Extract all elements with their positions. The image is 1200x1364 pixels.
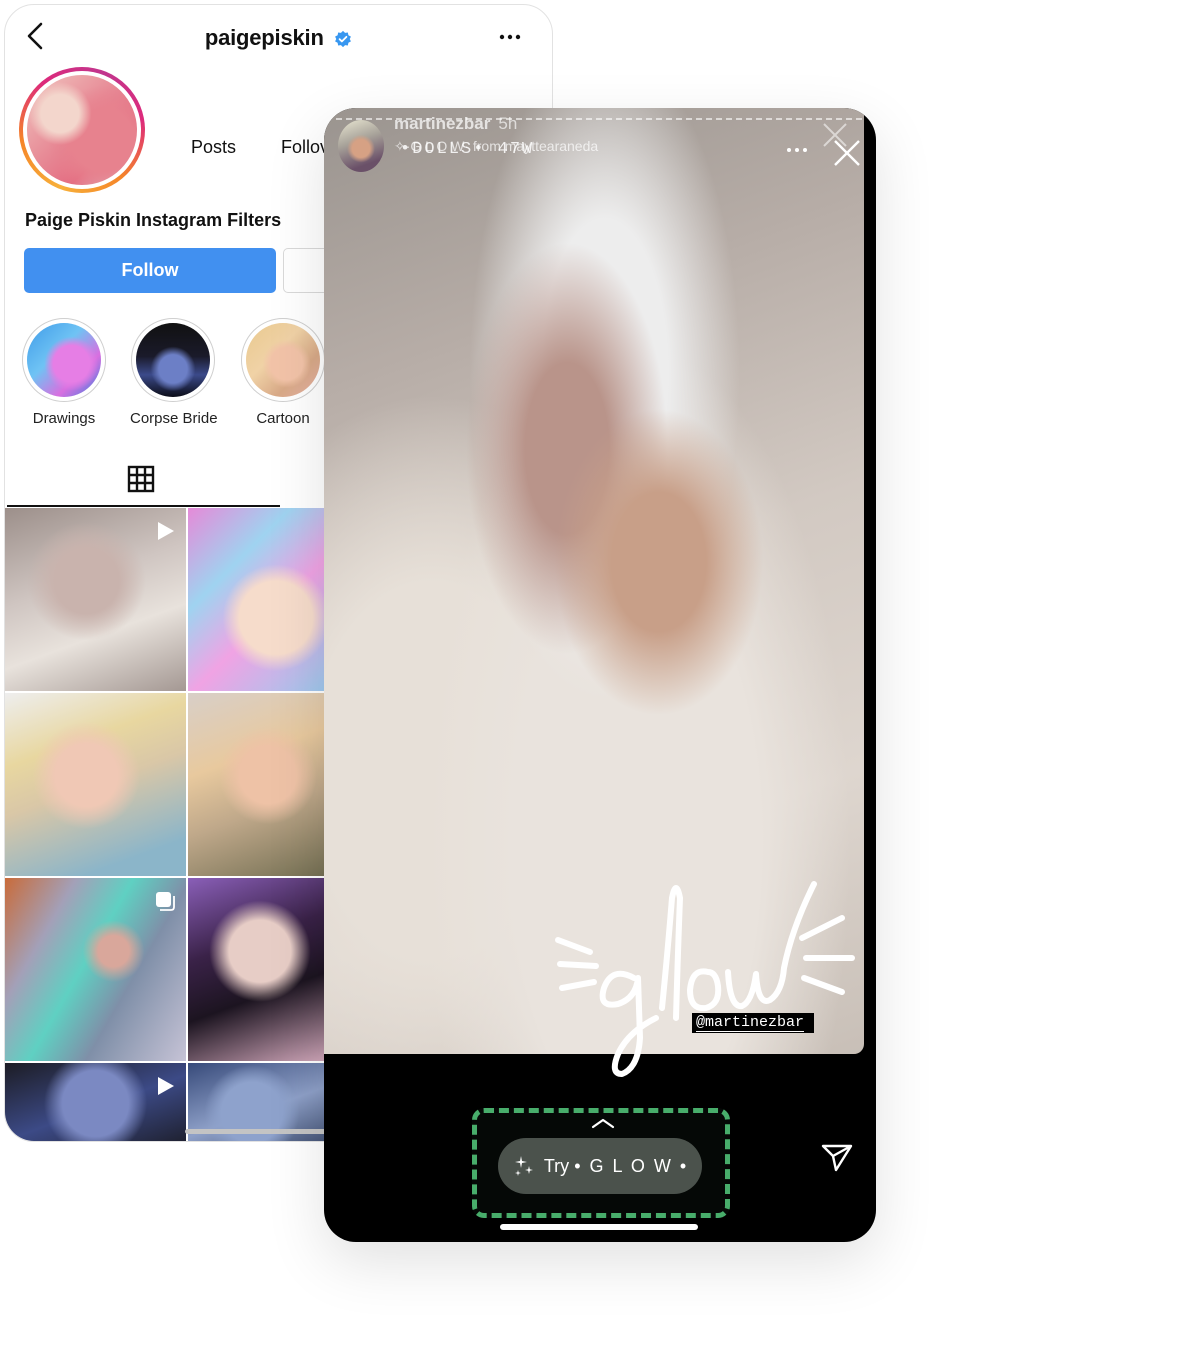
- avatar-border: [23, 71, 141, 189]
- effect-name: • G L O W •: [574, 1155, 689, 1176]
- highlight-cover: [27, 323, 101, 397]
- carousel-icon: [156, 892, 175, 911]
- story-more-icon[interactable]: [786, 144, 808, 156]
- highlight-drawings[interactable]: Drawings: [21, 318, 107, 427]
- story-timestamp: 5h: [498, 114, 518, 133]
- avatar-image: [27, 75, 137, 185]
- profile-title: paigepiskin: [5, 25, 552, 51]
- mention-text: @martinezbar: [696, 1014, 805, 1032]
- story-viewer: martinezbar 5h ✧·G L O W· from mayttearan…: [324, 108, 876, 1242]
- play-icon: [158, 1077, 174, 1095]
- story-author[interactable]: martinezbar 5h: [394, 114, 517, 134]
- profile-avatar[interactable]: [19, 67, 145, 193]
- sparkles-icon: [514, 1156, 533, 1176]
- try-effect-button[interactable]: Try • G L O W •: [498, 1138, 702, 1194]
- highlight-label: Cartoon: [256, 410, 310, 427]
- profile-username: paigepiskin: [204, 25, 324, 50]
- bio-name: Paige Piskin Instagram Filters: [25, 210, 282, 230]
- post-thumbnail[interactable]: [5, 508, 186, 691]
- story-username: martinezbar: [394, 114, 491, 133]
- posts-stat[interactable]: Posts: [191, 137, 236, 158]
- story-author-avatar[interactable]: [338, 120, 384, 172]
- ghost-effect-overlay: •DOLLS• 47W: [400, 140, 535, 159]
- active-tab-indicator: [7, 505, 280, 507]
- highlight-ring: [22, 318, 106, 402]
- story-photo[interactable]: [324, 108, 864, 1054]
- highlight-corpse-bride[interactable]: Corpse Bride: [130, 318, 218, 427]
- follow-button[interactable]: Follow: [24, 248, 276, 293]
- more-options-icon[interactable]: [498, 27, 522, 47]
- post-thumbnail[interactable]: [5, 878, 186, 1061]
- profile-header: paigepiskin: [5, 5, 552, 69]
- horizontal-scrollbar[interactable]: [185, 1129, 330, 1134]
- highlight-cartoon[interactable]: Cartoon: [240, 318, 326, 427]
- chevron-up-icon[interactable]: [590, 1116, 616, 1130]
- post-thumbnail[interactable]: [5, 693, 186, 876]
- highlight-ring: [131, 318, 215, 402]
- try-label: Try: [543, 1155, 570, 1176]
- followers-stat[interactable]: Follov: [281, 137, 329, 158]
- highlight-ring: [241, 318, 325, 402]
- highlight-label: Corpse Bride: [130, 410, 218, 427]
- mention-sticker[interactable]: @martinezbar: [692, 1013, 815, 1033]
- verified-badge-icon: [335, 30, 352, 47]
- send-icon[interactable]: [820, 1142, 854, 1172]
- grid-icon[interactable]: [127, 465, 155, 493]
- play-icon: [158, 522, 174, 540]
- home-indicator: [500, 1224, 698, 1230]
- highlight-cover: [246, 323, 320, 397]
- post-thumbnail[interactable]: [5, 1063, 186, 1141]
- highlight-cover: [136, 323, 210, 397]
- highlight-label: Drawings: [32, 410, 96, 427]
- close-icon[interactable]: [832, 138, 862, 168]
